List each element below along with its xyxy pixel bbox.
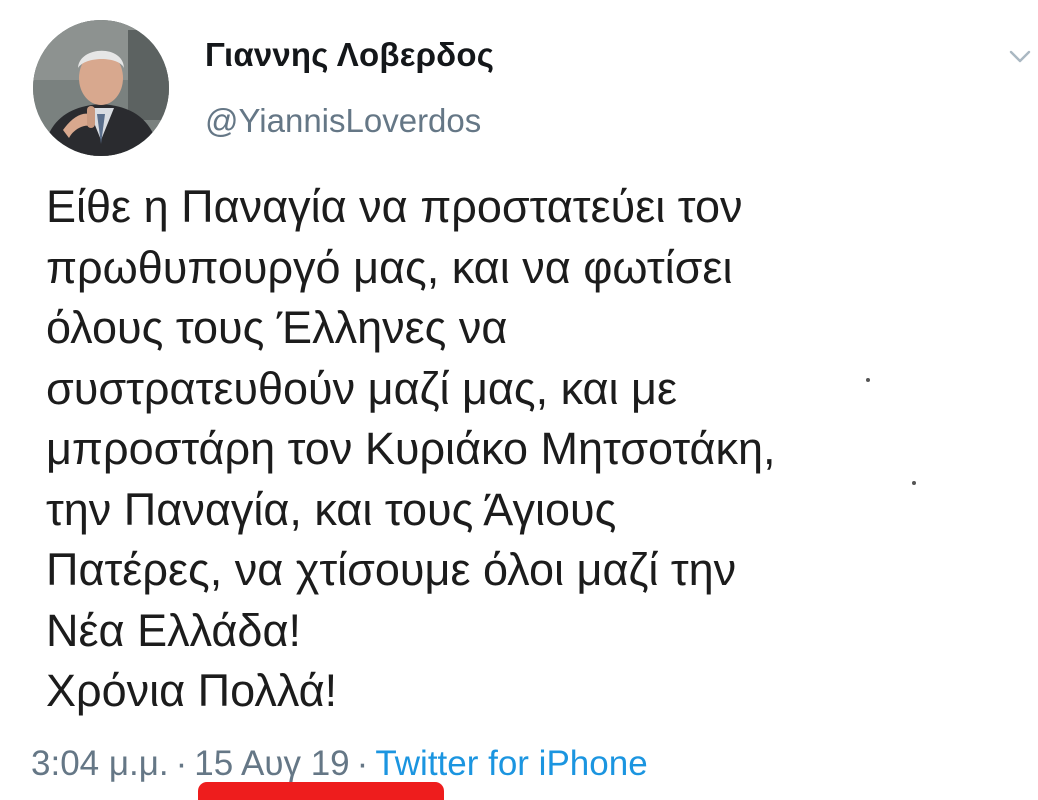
- tweet-text-line: την Παναγία, και τους Άγιους: [46, 483, 617, 535]
- author-handle[interactable]: @YiannisLoverdos: [205, 102, 481, 140]
- image-speck: [866, 378, 870, 382]
- tweet-text-line: Πατέρες, να χτίσουμε όλοι μαζί την: [46, 544, 737, 595]
- tweet-text: Είθε η Παναγία να προστατεύει τον πρωθυπ…: [46, 177, 1006, 722]
- meta-separator: ·: [175, 744, 188, 783]
- author-avatar[interactable]: [33, 20, 169, 156]
- tweet-text-line: μπροστάρη τον Κυριάκο Μητσοτάκη,: [46, 423, 776, 474]
- tweet-time[interactable]: 3:04 μ.μ.: [31, 744, 169, 784]
- tweet-text-line: συστρατευθούν μαζί μας, και με: [46, 362, 678, 414]
- tweet-text-line: Χρόνια Πολλά!: [46, 665, 338, 716]
- tweet-text-line: πρωθυπουργό μας, και να φωτίσει: [46, 241, 733, 293]
- chevron-down-icon[interactable]: [1008, 44, 1032, 68]
- tweet-date[interactable]: 15 Αυγ 19: [194, 744, 349, 784]
- red-highlight-underline: [198, 782, 444, 800]
- meta-separator: ·: [356, 744, 369, 783]
- tweet-text-line: Είθε η Παναγία να προστατεύει τον: [46, 181, 743, 232]
- tweet-source-link[interactable]: Twitter for iPhone: [375, 744, 647, 784]
- tweet-text-line: Νέα Ελλάδα!: [46, 604, 301, 656]
- avatar-photo: [33, 20, 169, 156]
- author-display-name[interactable]: Γιαννης Λοβερδος: [205, 36, 494, 74]
- tweet-card: Γιαννης Λοβερδος @YiannisLoverdos Είθε η…: [0, 0, 1038, 800]
- image-speck: [912, 481, 916, 485]
- tweet-meta: 3:04 μ.μ. · 15 Αυγ 19 · Twitter for iPhone: [31, 744, 648, 784]
- tweet-text-line: όλους τους Έλληνες να: [46, 302, 508, 353]
